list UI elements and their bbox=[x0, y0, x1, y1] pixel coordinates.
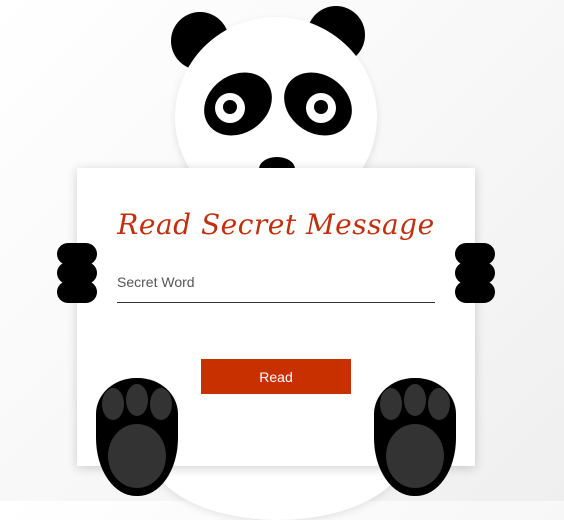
panda-left-foot bbox=[96, 378, 178, 496]
panda-right-hand bbox=[455, 243, 495, 303]
paw-main-pad bbox=[108, 424, 166, 488]
panda-right-foot bbox=[374, 378, 456, 496]
secret-word-input[interactable] bbox=[117, 268, 435, 303]
paw-toe-pad bbox=[126, 384, 148, 416]
panda-finger bbox=[455, 281, 495, 303]
panda-right-pupil bbox=[314, 100, 328, 114]
panda-left-hand bbox=[57, 243, 97, 303]
paw-toe-pad bbox=[380, 388, 402, 420]
paw-toe-pad bbox=[102, 388, 124, 420]
panda-right-eye bbox=[306, 93, 336, 123]
panda-finger bbox=[57, 281, 97, 303]
paw-main-pad bbox=[386, 424, 444, 488]
panda-left-pupil bbox=[223, 100, 237, 114]
paw-toe-pad bbox=[428, 388, 450, 420]
paw-toe-pad bbox=[150, 388, 172, 420]
form-title: Read Secret Message bbox=[117, 208, 435, 241]
panda-left-eye bbox=[215, 93, 245, 123]
read-button[interactable]: Read bbox=[201, 359, 351, 394]
paw-toe-pad bbox=[404, 384, 426, 416]
